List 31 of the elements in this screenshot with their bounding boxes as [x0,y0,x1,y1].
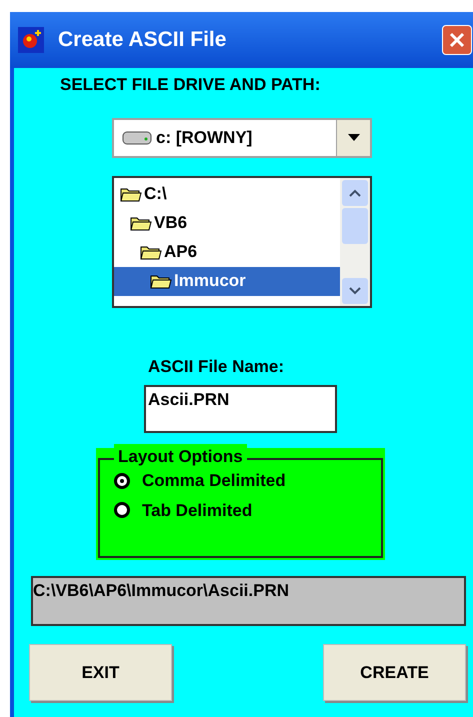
dropdown-button[interactable] [336,120,370,156]
window-title: Create ASCII File [58,27,226,54]
folder-icon [150,273,172,289]
drive-icon [122,130,152,146]
folder-icon [120,186,142,202]
full-path-display: C:\VB6\AP6\Immucor\Ascii.PRN [31,576,466,626]
folder-item[interactable]: C:\ [114,180,340,208]
folder-icon [130,215,152,231]
app-icon [18,27,44,53]
file-name-label: ASCII File Name: [148,356,284,378]
dialog-button[interactable]: CREATE [323,644,466,701]
radio-button[interactable] [114,472,130,489]
close-button[interactable] [442,25,472,55]
drive-value: c: [ROWNY] [156,126,252,149]
scroll-down-button[interactable] [342,278,368,304]
radio-option[interactable]: Comma Delimited [114,468,381,494]
dialog-button[interactable]: EXIT [29,644,172,701]
folder-item[interactable]: AP6 [114,238,340,266]
scrollbar[interactable] [340,178,370,306]
scroll-thumb[interactable] [342,208,368,244]
folder-icon [140,244,162,260]
folder-item[interactable]: Immucor [114,266,340,296]
file-name-field[interactable]: Ascii.PRN [144,385,337,433]
caret-icon [348,134,360,141]
folder-item[interactable]: VB6 [114,208,340,238]
scroll-up-button[interactable] [342,180,368,206]
close-icon [448,31,466,49]
radio-option[interactable]: Tab Delimited [114,498,381,523]
drive-dropdown[interactable]: c: [ROWNY] [112,118,372,158]
path-heading: SELECT FILE DRIVE AND PATH: [60,74,320,96]
radio-button[interactable] [114,502,130,518]
